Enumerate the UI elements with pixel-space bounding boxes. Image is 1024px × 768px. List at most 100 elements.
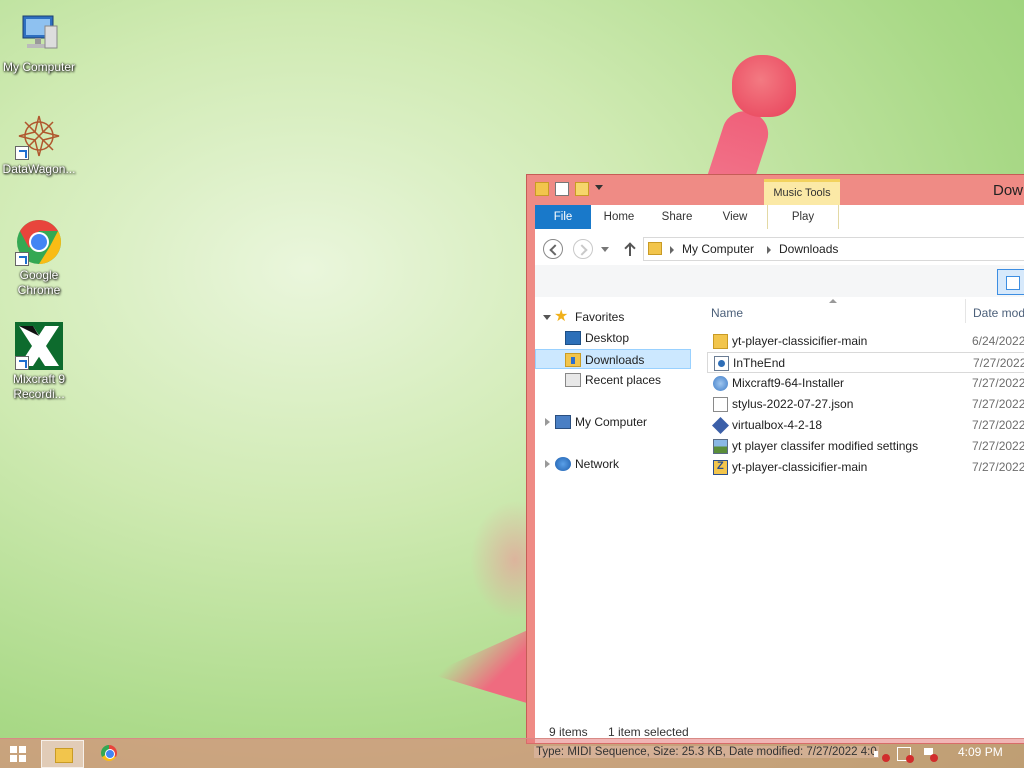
taskbar-file-explorer-button[interactable] — [41, 740, 84, 768]
tab-play[interactable]: Play — [767, 205, 839, 229]
file-date: 7/27/2022 — [972, 460, 1024, 474]
title-bar[interactable]: Music Tools Dow — [527, 175, 1024, 207]
chrome-icon — [15, 218, 63, 266]
file-name: stylus-2022-07-27.json — [732, 397, 854, 411]
star-icon: ★ — [554, 308, 569, 325]
breadcrumb-my-computer[interactable]: My Computer — [682, 242, 754, 256]
ribbon-collapsed-area — [535, 265, 1024, 297]
music-tools-context-tab: Music Tools — [764, 179, 840, 207]
sort-ascending-icon — [829, 299, 837, 303]
desktop-icon-label: My Computer — [2, 60, 76, 74]
file-date: 7/27/2022 — [972, 397, 1024, 411]
new-folder-icon[interactable] — [575, 182, 589, 196]
navigation-bar: My Computer Downloads — [535, 235, 1024, 263]
status-selection: 1 item selected — [608, 725, 689, 739]
desktop-icon-label: Mixcraft 9 Recordi... — [12, 372, 65, 401]
desktop-icon-datawagon[interactable]: DataWagon... — [0, 112, 78, 177]
start-button[interactable] — [10, 746, 26, 762]
column-divider[interactable] — [965, 299, 966, 323]
taskbar-chrome-icon[interactable] — [101, 745, 117, 761]
recent-locations-dropdown-icon[interactable] — [601, 247, 609, 252]
tab-share[interactable]: Share — [653, 205, 701, 229]
nav-item-label: Downloads — [585, 353, 645, 367]
volume-icon[interactable] — [874, 747, 890, 762]
view-layout-icon[interactable] — [997, 269, 1024, 295]
error-badge-icon — [906, 755, 914, 763]
file-row[interactable]: yt player classifer modified settings 7/… — [707, 436, 1024, 457]
breadcrumb-separator-icon[interactable] — [670, 246, 674, 254]
datawagon-icon — [15, 112, 63, 160]
back-button[interactable] — [543, 239, 563, 259]
action-center-flag-icon[interactable] — [922, 747, 938, 762]
nav-item-my-computer[interactable]: My Computer — [535, 412, 699, 432]
tab-home[interactable]: Home — [597, 205, 641, 229]
computer-icon — [555, 415, 571, 429]
file-row[interactable]: virtualbox-4-2-18 7/27/2022 — [707, 415, 1024, 436]
file-row[interactable]: yt-player-classicifier-main 6/24/2022 — [707, 331, 1024, 352]
navigation-pane: ★ Favorites Desktop Downloads Recent pla… — [535, 299, 699, 721]
nav-item-network[interactable]: Network — [535, 454, 699, 474]
windows-logo-icon — [10, 755, 17, 762]
shortcut-arrow-icon — [15, 356, 29, 370]
customize-dropdown-icon[interactable] — [595, 185, 603, 193]
nav-item-downloads[interactable]: Downloads — [535, 349, 691, 369]
collapse-arrow-icon[interactable] — [545, 460, 550, 468]
error-badge-icon — [882, 754, 890, 762]
explorer-content: My Computer Downloads ★ Favorites Deskto… — [535, 229, 1024, 743]
file-date: 7/27/2022 — [972, 439, 1024, 453]
desktop-icon-label: Google Chrome — [17, 268, 61, 297]
nav-item-label: Recent places — [585, 373, 662, 387]
nav-item-label: Network — [575, 457, 620, 471]
mixcraft-icon — [15, 322, 63, 370]
column-header-date-modified[interactable]: Date mod — [973, 306, 1024, 332]
status-item-count: 9 items — [549, 725, 588, 739]
nav-item-favorites[interactable]: ★ Favorites — [535, 307, 699, 327]
collapse-arrow-icon[interactable] — [545, 418, 550, 426]
recent-places-icon — [565, 373, 581, 387]
windows-logo-icon — [19, 746, 26, 753]
up-arrow-icon[interactable] — [623, 241, 637, 257]
properties-icon[interactable] — [555, 182, 569, 196]
file-name: yt-player-classicifier-main — [732, 460, 868, 474]
file-name: InTheEnd — [733, 356, 786, 370]
shortcut-arrow-icon — [15, 146, 29, 160]
file-name: virtualbox-4-2-18 — [732, 418, 823, 432]
folder-icon[interactable] — [535, 182, 549, 196]
windows-logo-icon — [19, 755, 26, 762]
quick-access-toolbar — [535, 182, 603, 196]
desktop-icon — [565, 331, 581, 345]
explorer-window: Music Tools Dow File Home Share View Pla… — [526, 174, 1024, 744]
window-title: Dow — [993, 182, 1024, 199]
breadcrumb-separator-icon[interactable] — [767, 246, 771, 254]
windows-logo-icon — [10, 746, 17, 753]
virtualbox-icon — [712, 417, 729, 434]
network-icon — [555, 457, 571, 471]
installer-icon — [713, 376, 728, 391]
desktop-icon-my-computer[interactable]: My Computer — [0, 10, 78, 75]
file-row[interactable]: Mixcraft9-64-Installer 7/27/2022 — [707, 373, 1024, 394]
nav-item-desktop[interactable]: Desktop — [535, 328, 699, 348]
file-row[interactable]: yt-player-classicifier-main 7/27/2022 — [707, 457, 1024, 478]
json-file-icon — [713, 397, 728, 412]
address-bar[interactable]: My Computer Downloads — [643, 237, 1024, 261]
tab-view[interactable]: View — [713, 205, 757, 229]
file-name: yt player classifer modified settings — [732, 439, 919, 453]
column-header-name[interactable]: Name — [711, 306, 743, 332]
shortcut-arrow-icon — [15, 252, 29, 266]
ribbon-tabs: File Home Share View Play — [535, 205, 1024, 229]
tab-file[interactable]: File — [535, 205, 591, 229]
image-file-icon — [713, 439, 728, 454]
nav-item-recent-places[interactable]: Recent places — [535, 370, 699, 390]
breadcrumb-downloads[interactable]: Downloads — [779, 242, 838, 256]
file-date: 7/27/2022 — [973, 356, 1024, 370]
file-date: 7/27/2022 — [972, 418, 1024, 432]
file-row[interactable]: stylus-2022-07-27.json 7/27/2022 — [707, 394, 1024, 415]
taskbar-clock[interactable]: 4:09 PM — [958, 745, 1003, 759]
forward-button[interactable] — [573, 239, 593, 259]
midi-file-icon — [714, 356, 729, 371]
desktop-icon-mixcraft[interactable]: Mixcraft 9 Recordi... — [0, 322, 78, 402]
desktop-icon-google-chrome[interactable]: Google Chrome — [0, 218, 78, 298]
file-row-selected[interactable]: InTheEnd 7/27/2022 — [707, 352, 1024, 373]
expand-arrow-icon[interactable] — [543, 315, 551, 320]
network-tray-icon[interactable] — [897, 747, 914, 763]
